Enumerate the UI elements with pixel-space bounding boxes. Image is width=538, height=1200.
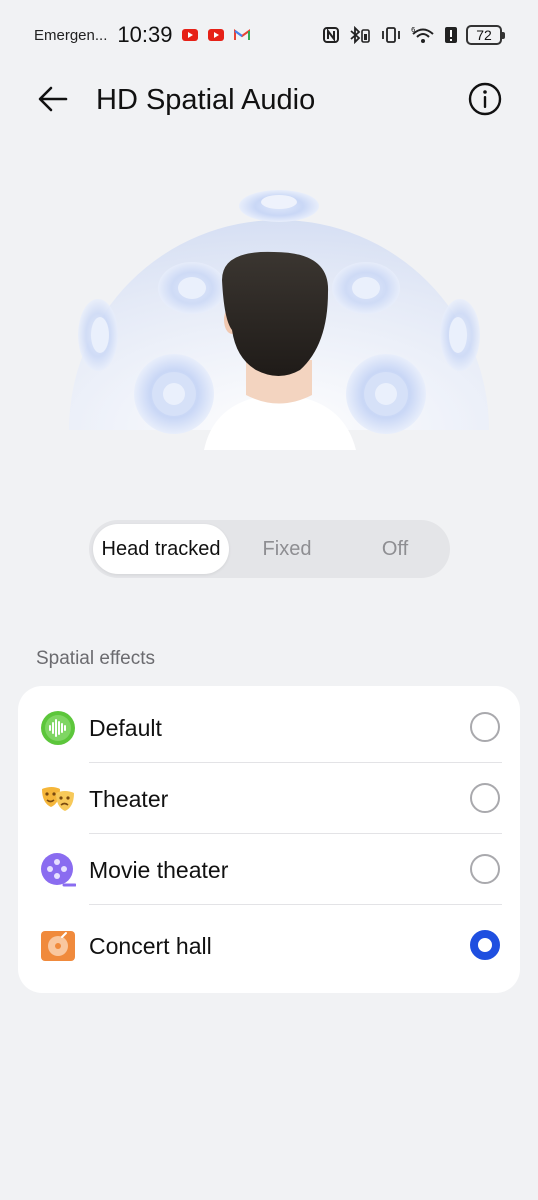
mode-fixed[interactable]: Fixed [229,524,345,574]
option-label: Default [89,715,162,741]
radio-theater[interactable] [470,783,500,813]
status-bar: Emergen... 10:39 6 72 [0,0,538,68]
radio-concert-hall[interactable] [470,930,500,960]
list-item-default[interactable]: Default [18,692,520,763]
status-right: 6 72 [322,22,505,48]
svg-text:6: 6 [411,26,416,34]
status-left: Emergen... 10:39 [34,22,251,48]
battery-icon: 72 [466,25,505,45]
mode-off[interactable]: Off [345,524,445,574]
option-label: Concert hall [89,933,212,959]
option-label: Theater [89,786,169,812]
list-item-theater[interactable]: Theater [18,763,520,834]
wifi-6-icon: 6 [411,26,434,43]
vibrate-icon [382,27,400,43]
spatial-effects-list: Default Theater Movie theater Concert ha… [18,686,520,993]
section-title: Spatial effects [36,648,156,669]
app-header: HD Spatial Audio [0,68,538,132]
page-title: HD Spatial Audio [96,84,316,116]
spatial-audio-illustration [69,190,489,450]
info-icon[interactable] [468,82,502,116]
music-disc-icon [41,931,75,961]
divider [89,904,502,905]
sound-wave-icon [41,711,75,745]
carrier-label: Emergen... [34,26,108,44]
clock: 10:39 [117,22,173,47]
mode-head-tracked[interactable]: Head tracked [93,524,229,574]
option-label: Movie theater [89,857,229,883]
back-arrow-icon[interactable] [36,82,70,116]
mode-selector: Head tracked Fixed Off [89,520,450,578]
theater-masks-icon [42,787,74,811]
film-reel-icon [41,853,76,887]
alert-icon [445,27,457,43]
youtube-icon [208,29,225,41]
radio-movie-theater[interactable] [470,854,500,884]
gmail-icon [234,29,251,40]
youtube-icon [182,29,199,41]
list-item-movie-theater[interactable]: Movie theater [18,834,520,905]
bluetooth-battery-icon [350,26,370,44]
radio-default[interactable] [470,712,500,742]
list-item-concert-hall[interactable]: Concert hall [18,910,520,981]
nfc-icon [323,27,339,43]
